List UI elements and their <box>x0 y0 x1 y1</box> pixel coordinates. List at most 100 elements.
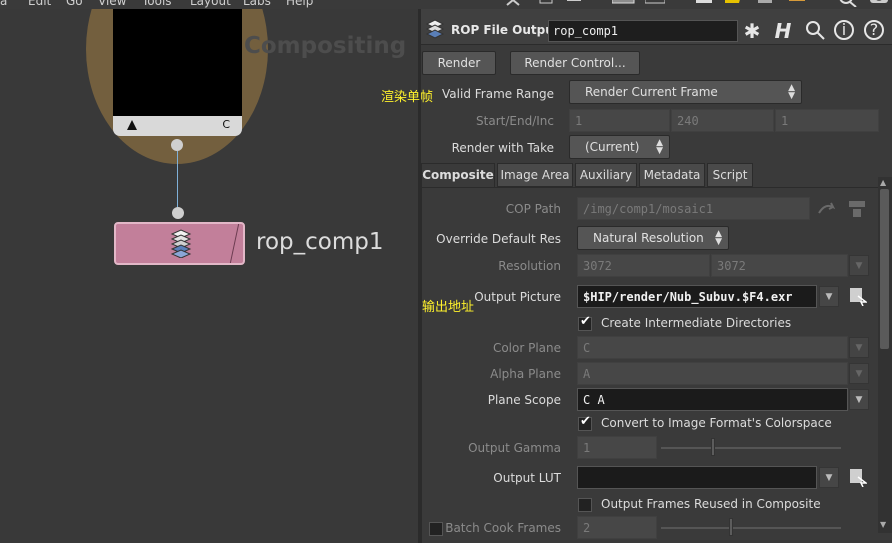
rop-comp-node[interactable] <box>114 222 245 265</box>
start-frame-field[interactable]: 1 <box>569 109 670 132</box>
output-gamma-slider-track[interactable] <box>661 447 841 449</box>
menu-item-go[interactable]: Go <box>66 0 83 8</box>
jump-arrow-icon[interactable] <box>817 199 837 219</box>
tab-composite[interactable]: Composite <box>421 163 495 188</box>
node-name-field[interactable]: rop_comp1 <box>548 20 738 42</box>
end-frame-field[interactable]: 240 <box>671 109 774 132</box>
file-chooser-icon[interactable] <box>849 286 869 307</box>
valid-frame-range-menu[interactable]: Render Current Frame ▲ ▼ <box>569 80 802 104</box>
cop-path-field[interactable]: /img/comp1/mosaic1 <box>577 197 810 220</box>
color-plane-dropdown[interactable]: ▼ <box>849 337 869 358</box>
tab-metadata[interactable]: Metadata <box>639 163 705 187</box>
alpha-plane-field[interactable]: A <box>577 362 848 385</box>
render-with-take-menu[interactable]: (Current) ▲ ▼ <box>569 135 670 159</box>
help-icon[interactable]: ? <box>864 20 884 40</box>
menu-item-file[interactable]: a <box>0 0 7 8</box>
undo-icon[interactable] <box>756 0 772 7</box>
override-default-res-menu[interactable]: Natural Resolution ▲ ▼ <box>577 226 729 250</box>
node-chooser-icon[interactable] <box>845 197 869 221</box>
menu-item-view[interactable]: View <box>98 0 126 8</box>
node-type-title: ROP File Output <box>451 23 560 37</box>
create-dirs-checkbox[interactable]: ✔ <box>578 314 592 331</box>
color-plane-label: Color Plane <box>492 341 561 355</box>
color-plane-field[interactable]: C <box>577 336 848 359</box>
display-flag-icon[interactable] <box>127 120 137 130</box>
output-gamma-slider-knob[interactable] <box>711 438 715 456</box>
resolution-x-field[interactable]: 3072 <box>577 254 710 277</box>
gear-icon[interactable]: ✱ <box>741 20 763 42</box>
output-lut-dropdown[interactable]: ▼ <box>819 467 839 488</box>
scrollbar-thumb[interactable] <box>880 189 889 349</box>
menu-item-layout[interactable]: Layout <box>190 0 231 8</box>
render-button[interactable]: Render <box>422 51 496 75</box>
override-default-res-label: Override Default Res <box>436 232 561 246</box>
resolution-y-field[interactable]: 3072 <box>711 254 848 277</box>
plane-scope-field[interactable]: C A <box>577 388 848 411</box>
help-h-icon[interactable]: H <box>772 20 794 42</box>
mosaic-node-preview[interactable] <box>113 9 242 116</box>
tab-image-area[interactable]: Image Area <box>497 163 573 187</box>
resolution-label: Resolution <box>498 259 561 273</box>
node-flag-c[interactable]: C <box>222 118 230 131</box>
user-icon[interactable] <box>868 0 888 7</box>
output-connector[interactable] <box>171 139 183 151</box>
output-picture-dropdown[interactable]: ▼ <box>819 286 839 307</box>
save-icon[interactable] <box>695 0 712 7</box>
output-frames-reused-checkbox[interactable] <box>578 498 592 512</box>
menu-item-labs[interactable]: Labs <box>243 0 271 8</box>
output-picture-field[interactable]: $HIP/render/Nub_Subuv.$F4.exr <box>577 285 817 308</box>
convert-colorspace-checkbox[interactable]: ✔ <box>578 414 592 431</box>
batch-cook-slider-knob[interactable] <box>729 518 733 536</box>
menu-item-tools[interactable]: Tools <box>142 0 172 8</box>
menubar: a Edit Go View Tools Layout Labs Help <box>0 0 892 9</box>
layout-split-icon[interactable] <box>644 0 666 7</box>
alpha-plane-dropdown[interactable]: ▼ <box>849 363 869 384</box>
cop-path-label: COP Path <box>505 202 561 216</box>
search-icon[interactable] <box>838 0 857 8</box>
batch-cook-slider-track[interactable] <box>661 527 841 529</box>
info-icon[interactable]: i <box>834 20 854 40</box>
menu-item-help[interactable]: Help <box>286 0 313 8</box>
open-folder-icon[interactable] <box>724 0 740 7</box>
menu-item-edit[interactable]: Edit <box>28 0 51 8</box>
mosaic-node-flags[interactable]: C <box>113 116 242 136</box>
toolbar-tool-icon[interactable] <box>538 0 554 7</box>
search-params-icon[interactable] <box>804 20 826 42</box>
batch-cook-field[interactable]: 2 <box>577 516 657 539</box>
updown-icon: ▲ ▼ <box>715 229 722 247</box>
output-gamma-field[interactable]: 1 <box>577 436 657 459</box>
valid-frame-range-label: Valid Frame Range <box>442 87 554 101</box>
node-name-label: rop_comp1 <box>256 229 384 255</box>
render-control-button[interactable]: Render Control... <box>510 51 640 75</box>
badge-icon[interactable] <box>788 0 805 7</box>
scissors-icon[interactable] <box>505 0 521 7</box>
create-dirs-label: Create Intermediate Directories <box>601 316 792 330</box>
network-editor[interactable]: Compositing C rop_comp1 <box>0 9 418 543</box>
alpha-plane-label: Alpha Plane <box>490 367 561 381</box>
parameter-header: ROP File Output rop_comp1 ✱ H i ? <box>421 9 892 45</box>
layout-grid-icon[interactable] <box>611 0 635 7</box>
annotation-output-address: 输出地址 <box>422 300 475 315</box>
scroll-down-icon[interactable]: ▼ <box>880 520 890 530</box>
tab-auxiliary[interactable]: Auxiliary <box>575 163 637 187</box>
output-lut-field[interactable] <box>577 466 817 489</box>
updown-icon: ▲ ▼ <box>656 138 663 156</box>
plane-scope-dropdown[interactable]: ▼ <box>849 389 869 410</box>
convert-colorspace-label: Convert to Image Format's Colorspace <box>601 416 832 430</box>
bypass-divider <box>229 224 240 263</box>
render-with-take-label: Render with Take <box>451 141 554 155</box>
toolbar-panel-icon[interactable] <box>566 0 582 7</box>
input-connector[interactable] <box>172 207 184 219</box>
parameter-pane: ROP File Output rop_comp1 ✱ H i ? Render… <box>421 9 892 543</box>
valid-frame-range-value: Render Current Frame <box>585 85 718 99</box>
override-default-res-value: Natural Resolution <box>593 231 704 245</box>
lut-file-chooser-icon[interactable] <box>849 467 869 488</box>
scroll-up-icon[interactable]: ▲ <box>880 178 890 188</box>
node-wire[interactable] <box>177 151 178 213</box>
resolution-dropdown[interactable]: ▼ <box>849 255 869 276</box>
rop-output-icon <box>169 228 193 259</box>
rop-file-output-icon <box>425 19 445 41</box>
tab-script[interactable]: Script <box>707 163 753 187</box>
increment-field[interactable]: 1 <box>775 109 879 132</box>
start-end-inc-label: Start/End/Inc <box>476 114 554 128</box>
